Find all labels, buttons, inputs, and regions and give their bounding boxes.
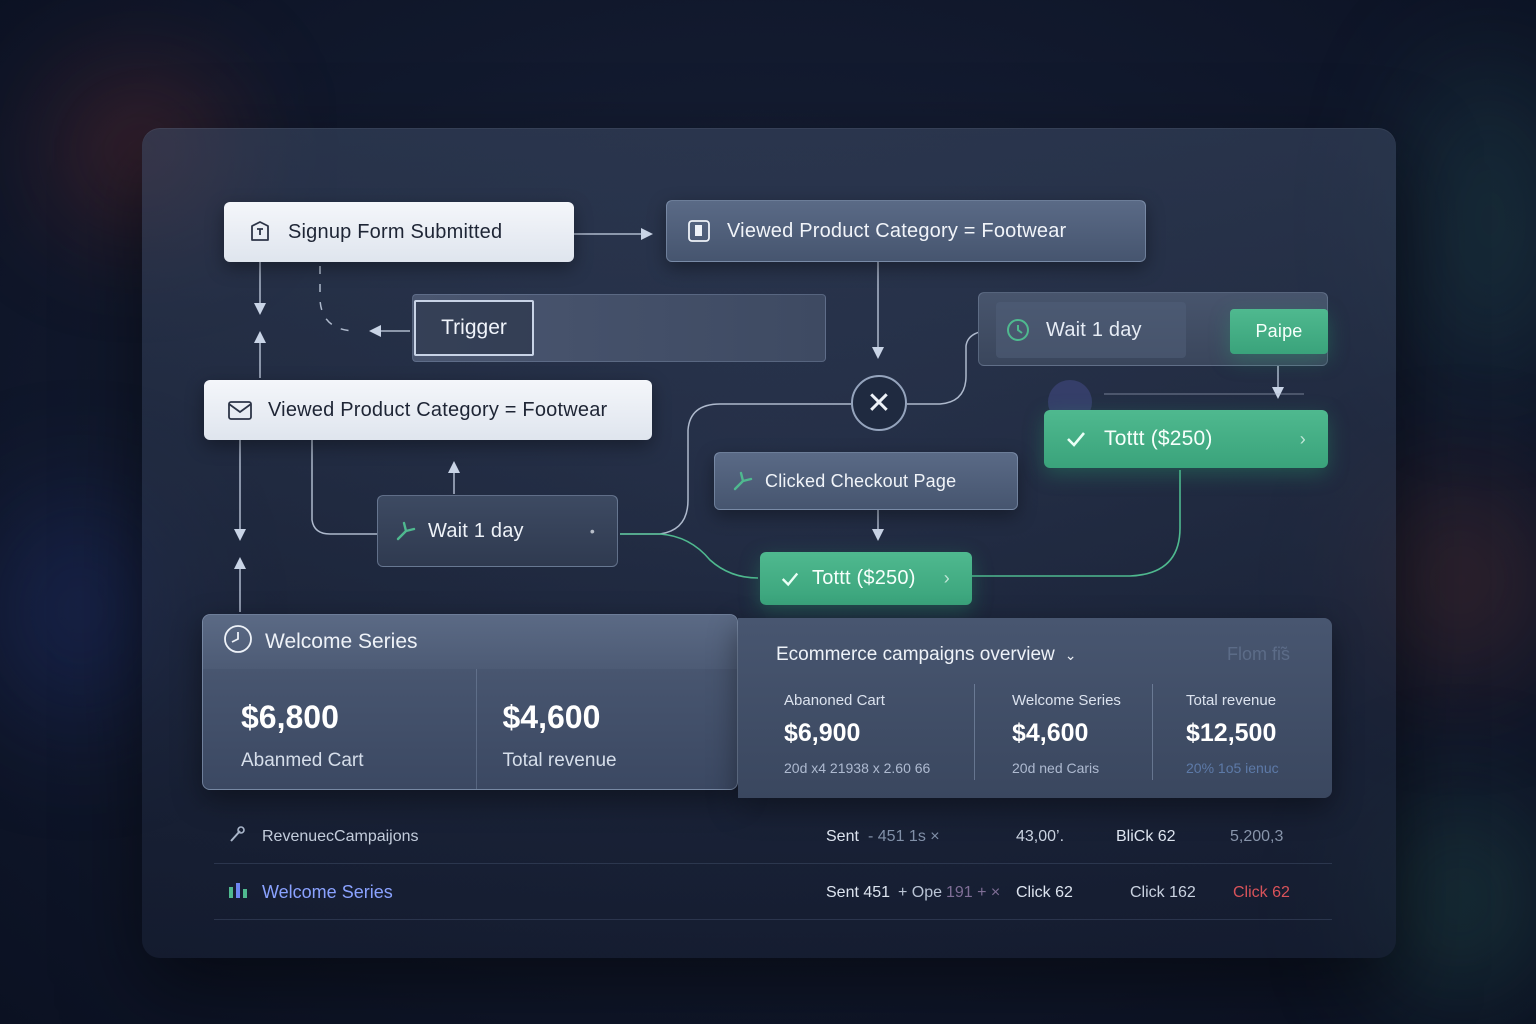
row-col2: Click 62	[1016, 883, 1073, 901]
form-icon	[246, 218, 274, 246]
row-sent-extra: + Ope	[898, 883, 943, 901]
campaigns-overview-card: Ecommerce campaigns overview ⌄ Flom ﬁ̃s …	[738, 618, 1332, 798]
stat-label: Total revenue	[502, 750, 617, 771]
overview-label: Welcome Series	[1012, 692, 1121, 709]
tott-node-right[interactable]: Tottt ($250) ›	[1044, 410, 1328, 468]
signup-label: Signup Form Submitted	[288, 220, 503, 243]
dot-handle: •	[589, 523, 595, 539]
chevron-right-icon-center: ›	[943, 568, 950, 588]
stat-total-revenue: $4,600 Total revenue	[475, 669, 738, 789]
chevron-down-icon: ⌄	[1064, 646, 1077, 663]
chart-icon	[228, 881, 248, 904]
overview-sub: 20d ned Caris	[1012, 760, 1100, 776]
welcome-series-card[interactable]: Welcome Series $6,800 Abanmed Cart $4,60…	[202, 614, 738, 790]
clock-icon-card	[223, 624, 253, 660]
chevron-right-icon: ›	[1299, 428, 1306, 449]
stat-value: $4,600	[502, 699, 601, 735]
wait-label-left: Wait 1 day	[428, 519, 524, 542]
overview-label: Total revenue	[1186, 692, 1277, 709]
tott-node-center[interactable]: Tottt ($250) ›	[760, 552, 972, 605]
mail-icon	[226, 396, 254, 424]
cursor-icon	[729, 467, 757, 495]
clicked-checkout-node[interactable]: Clicked Checkout Page	[714, 452, 1018, 510]
row-name: RevenuecCampaijons	[262, 827, 419, 845]
tott-label-right: Tottt ($250)	[1104, 427, 1213, 450]
overview-divider	[974, 684, 975, 780]
overview-sub: 20d x4 21938 x 2.60 66	[784, 760, 931, 776]
wait-node-left[interactable]: Wait 1 day •	[377, 495, 618, 567]
check-icon	[1062, 425, 1090, 453]
check-icon-center	[776, 565, 804, 593]
row-name-link[interactable]: Welcome Series	[262, 882, 393, 903]
stat-label: Abanmed Cart	[241, 750, 364, 771]
row-col3: BliCk 62	[1116, 827, 1176, 845]
row-col4: Click 62	[1233, 883, 1290, 901]
welcome-card-title: Welcome Series	[265, 630, 418, 653]
row-sent-extra: - 451 1s ×	[868, 827, 940, 845]
trigger-button[interactable]: Trigger	[414, 300, 534, 356]
clicked-checkout-label: Clicked Checkout Page	[765, 470, 957, 491]
stat-abandoned: $6,800 Abanmed Cart	[203, 669, 476, 789]
overview-title: Ecommerce campaigns overview	[776, 644, 1055, 665]
stat-value: $6,800	[241, 699, 339, 735]
viewed-product-node-left[interactable]: Viewed Product Category = Footwear	[204, 380, 652, 440]
overview-value: $6,900	[784, 719, 861, 747]
split-close-node[interactable]: ✕	[851, 375, 907, 431]
overview-dropdown[interactable]: Ecommerce campaigns overview ⌄	[776, 644, 1077, 666]
row-sent: Sent	[826, 827, 859, 845]
cursor-icon-left	[392, 517, 420, 545]
wand-icon	[228, 825, 246, 848]
wait-step-right[interactable]: Wait 1 day	[996, 302, 1186, 358]
tott-label-center: Tottt ($250)	[812, 567, 916, 589]
row-col3: Click 162	[1130, 883, 1196, 901]
table-row[interactable]: RevenuecCampaijons Sent - 451 1s × 43,00…	[214, 810, 1332, 864]
viewed-product-label-top: Viewed Product Category = Footwear	[727, 219, 1067, 242]
wait-label-right: Wait 1 day	[1046, 318, 1142, 341]
row-sent-extra2: 191 + ×	[946, 883, 1001, 901]
clock-icon	[1004, 316, 1032, 344]
overview-value: $12,500	[1186, 719, 1277, 747]
overview-value: $4,600	[1012, 719, 1089, 747]
signup-form-node[interactable]: Signup Form Submitted	[224, 202, 574, 262]
overview-sub: 20% 1o5 ienuc	[1186, 760, 1279, 776]
row-sent: Sent 451	[826, 883, 891, 901]
pause-button[interactable]: Paipe	[1230, 309, 1328, 354]
row-col4: 5,200,3	[1230, 827, 1284, 845]
overview-label: Abanoned Cart	[784, 692, 885, 709]
table-row[interactable]: Welcome Series Sent 451 + Ope 191 + × Cl…	[214, 866, 1332, 920]
overview-divider	[1152, 684, 1153, 780]
row-col2: 43,00’.	[1016, 827, 1065, 845]
overview-col-abandoned: Abanoned Cart $6,900 20d x4 21938 x 2.60…	[784, 692, 930, 776]
document-icon	[685, 217, 713, 245]
overview-col-total: Total revenue $12,500 20% 1o5 ienuc	[1186, 692, 1279, 776]
overview-right-label: Flom ﬁ̃s	[1227, 644, 1290, 664]
viewed-product-label-left: Viewed Product Category = Footwear	[268, 398, 608, 421]
viewed-product-node-top[interactable]: Viewed Product Category = Footwear	[666, 200, 1146, 262]
overview-col-welcome: Welcome Series $4,600 20d ned Caris	[1012, 692, 1121, 776]
